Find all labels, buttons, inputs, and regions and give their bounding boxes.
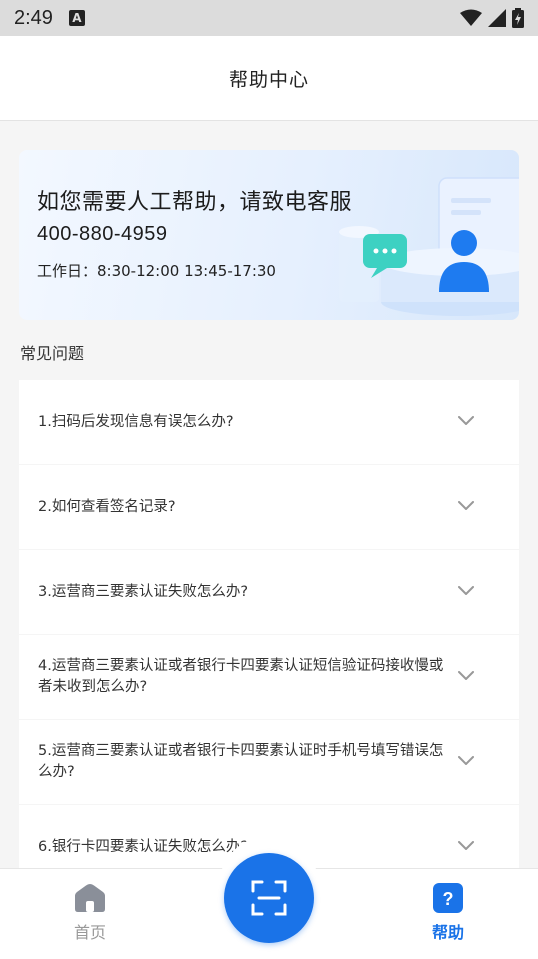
service-hours: 工作日：8:30-12:00 13:45-17:30 (37, 262, 276, 280)
app-header: 帮助中心 (0, 36, 538, 121)
nav-help-label: 帮助 (431, 923, 464, 942)
faq-question: 5.运营商三要素认证或者银行卡四要素认证时手机号填写错误怎么办? (38, 743, 444, 780)
help-icon: ? (433, 883, 463, 913)
customer-service-illustration (339, 177, 519, 316)
faq-item[interactable]: 3.运营商三要素认证失败怎么办? (19, 550, 519, 634)
notification-icon: A (68, 10, 85, 26)
chevron-down-icon (458, 841, 474, 850)
nav-home-label: 首页 (73, 923, 106, 942)
faq-question: 4.运营商三要素认证或者银行卡四要素认证短信验证码接收慢或者未收到怎么办? (38, 658, 444, 695)
faq-item[interactable]: 1.扫码后发现信息有误怎么办? (19, 380, 519, 464)
faq-item[interactable]: 2.如何查看签名记录? (19, 465, 519, 549)
faq-question: 2.如何查看签名记录? (38, 498, 176, 515)
chevron-down-icon (458, 756, 474, 765)
faq-item[interactable]: 4.运营商三要素认证或者银行卡四要素认证短信验证码接收慢或者未收到怎么办? (19, 635, 519, 719)
faq-question: 1.扫码后发现信息有误怎么办? (38, 413, 234, 430)
scan-icon (251, 880, 287, 916)
faq-question: 3.运营商三要素认证失败怎么办? (38, 583, 249, 600)
home-icon (75, 884, 105, 912)
wifi-icon (460, 9, 482, 26)
status-bar: 2:49 A (0, 0, 538, 36)
nav-tab-home[interactable]: 首页 (50, 883, 130, 953)
chevron-down-icon (458, 501, 474, 510)
customer-service-banner: 如您需要人工帮助，请致电客服 400-880-4959 工作日：8:30-12:… (19, 150, 519, 320)
signal-icon (488, 9, 506, 27)
battery-icon (512, 8, 524, 28)
chevron-down-icon (458, 586, 474, 595)
page-title: 帮助中心 (228, 68, 309, 91)
chevron-down-icon (458, 416, 474, 425)
faq-section-title: 常见问题 (20, 344, 85, 363)
faq-item[interactable]: 5.运营商三要素认证或者银行卡四要素认证时手机号填写错误怎么办? (19, 720, 519, 804)
scan-button[interactable] (224, 853, 314, 943)
faq-question: 6.银行卡四要素认证失败怎么办? (38, 838, 249, 855)
svg-text:?: ? (443, 889, 454, 909)
service-phone: 400-880-4959 (37, 223, 168, 245)
faq-list: 1.扫码后发现信息有误怎么办? 2.如何查看签名记录? 3.运营商三要素认证失败… (19, 380, 519, 890)
banner-heading: 如您需要人工帮助，请致电客服 (37, 190, 353, 215)
chevron-down-icon (458, 671, 474, 680)
status-time: 2:49 (14, 6, 53, 29)
nav-tab-help[interactable]: ? 帮助 (408, 883, 488, 953)
